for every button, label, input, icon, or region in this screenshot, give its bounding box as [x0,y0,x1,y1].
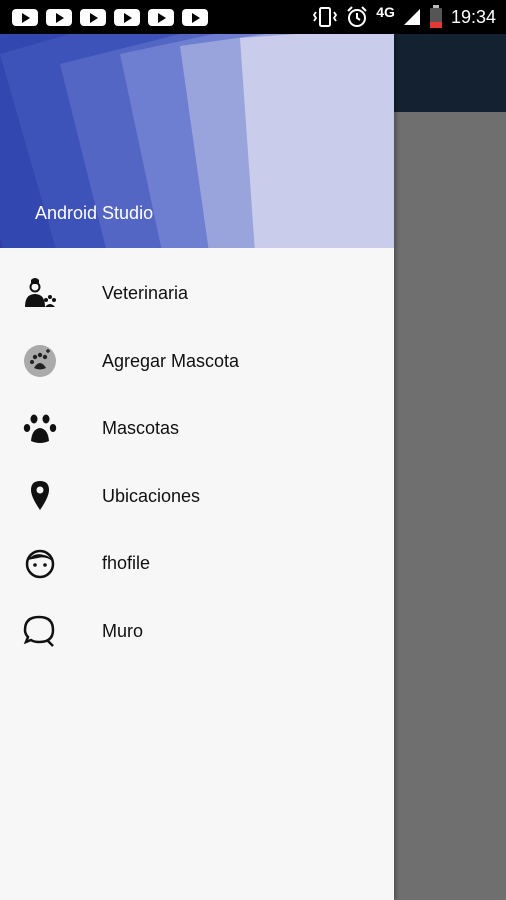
menu-item-label: Muro [102,620,144,641]
youtube-notification-icon [12,9,38,26]
menu-item-agregar-mascota[interactable]: Agregar Mascota [0,328,394,396]
status-bar: 4G 19:34 [0,0,506,34]
clock: 19:34 [450,6,496,27]
paw-icon [22,411,58,447]
veterinarian-icon [22,276,58,312]
face-icon [22,546,58,582]
navigation-drawer: Android Studio Veterinaria Agregar Masco… [0,34,394,900]
menu-item-mascotas[interactable]: Mascotas [0,395,394,463]
menu-item-ubicaciones[interactable]: Ubicaciones [0,463,394,531]
menu-item-muro[interactable]: Muro [0,598,394,666]
youtube-notification-icon [114,9,140,26]
menu-item-fhofile[interactable]: fhofile [0,530,394,598]
network-type: 4G [376,4,395,20]
drawer-header: Android Studio [0,34,394,248]
youtube-notification-icon [46,9,72,26]
vibrate-icon [312,7,338,27]
alarm-icon [346,6,368,28]
drawer-menu: Veterinaria Agregar Mascota Mascotas Ubi… [0,248,394,665]
location-pin-icon [22,478,58,514]
drawer-header-title: Android Studio [35,203,154,223]
menu-item-veterinaria[interactable]: Veterinaria [0,260,394,328]
battery-icon [429,5,443,29]
youtube-notification-icon [182,9,208,26]
youtube-notification-icon [80,9,106,26]
add-pet-icon [22,343,58,379]
menu-item-label: Veterinaria [102,283,189,304]
menu-item-label: Mascotas [102,418,180,439]
menu-item-label: fhofile [102,553,151,574]
drawer-scrim[interactable] [394,112,506,900]
youtube-notification-icon [148,9,174,26]
app-toolbar [394,34,506,112]
signal-icon [403,8,421,26]
menu-item-label: Agregar Mascota [102,350,240,371]
menu-item-label: Ubicaciones [102,485,201,506]
chat-bubble-icon [22,613,58,649]
